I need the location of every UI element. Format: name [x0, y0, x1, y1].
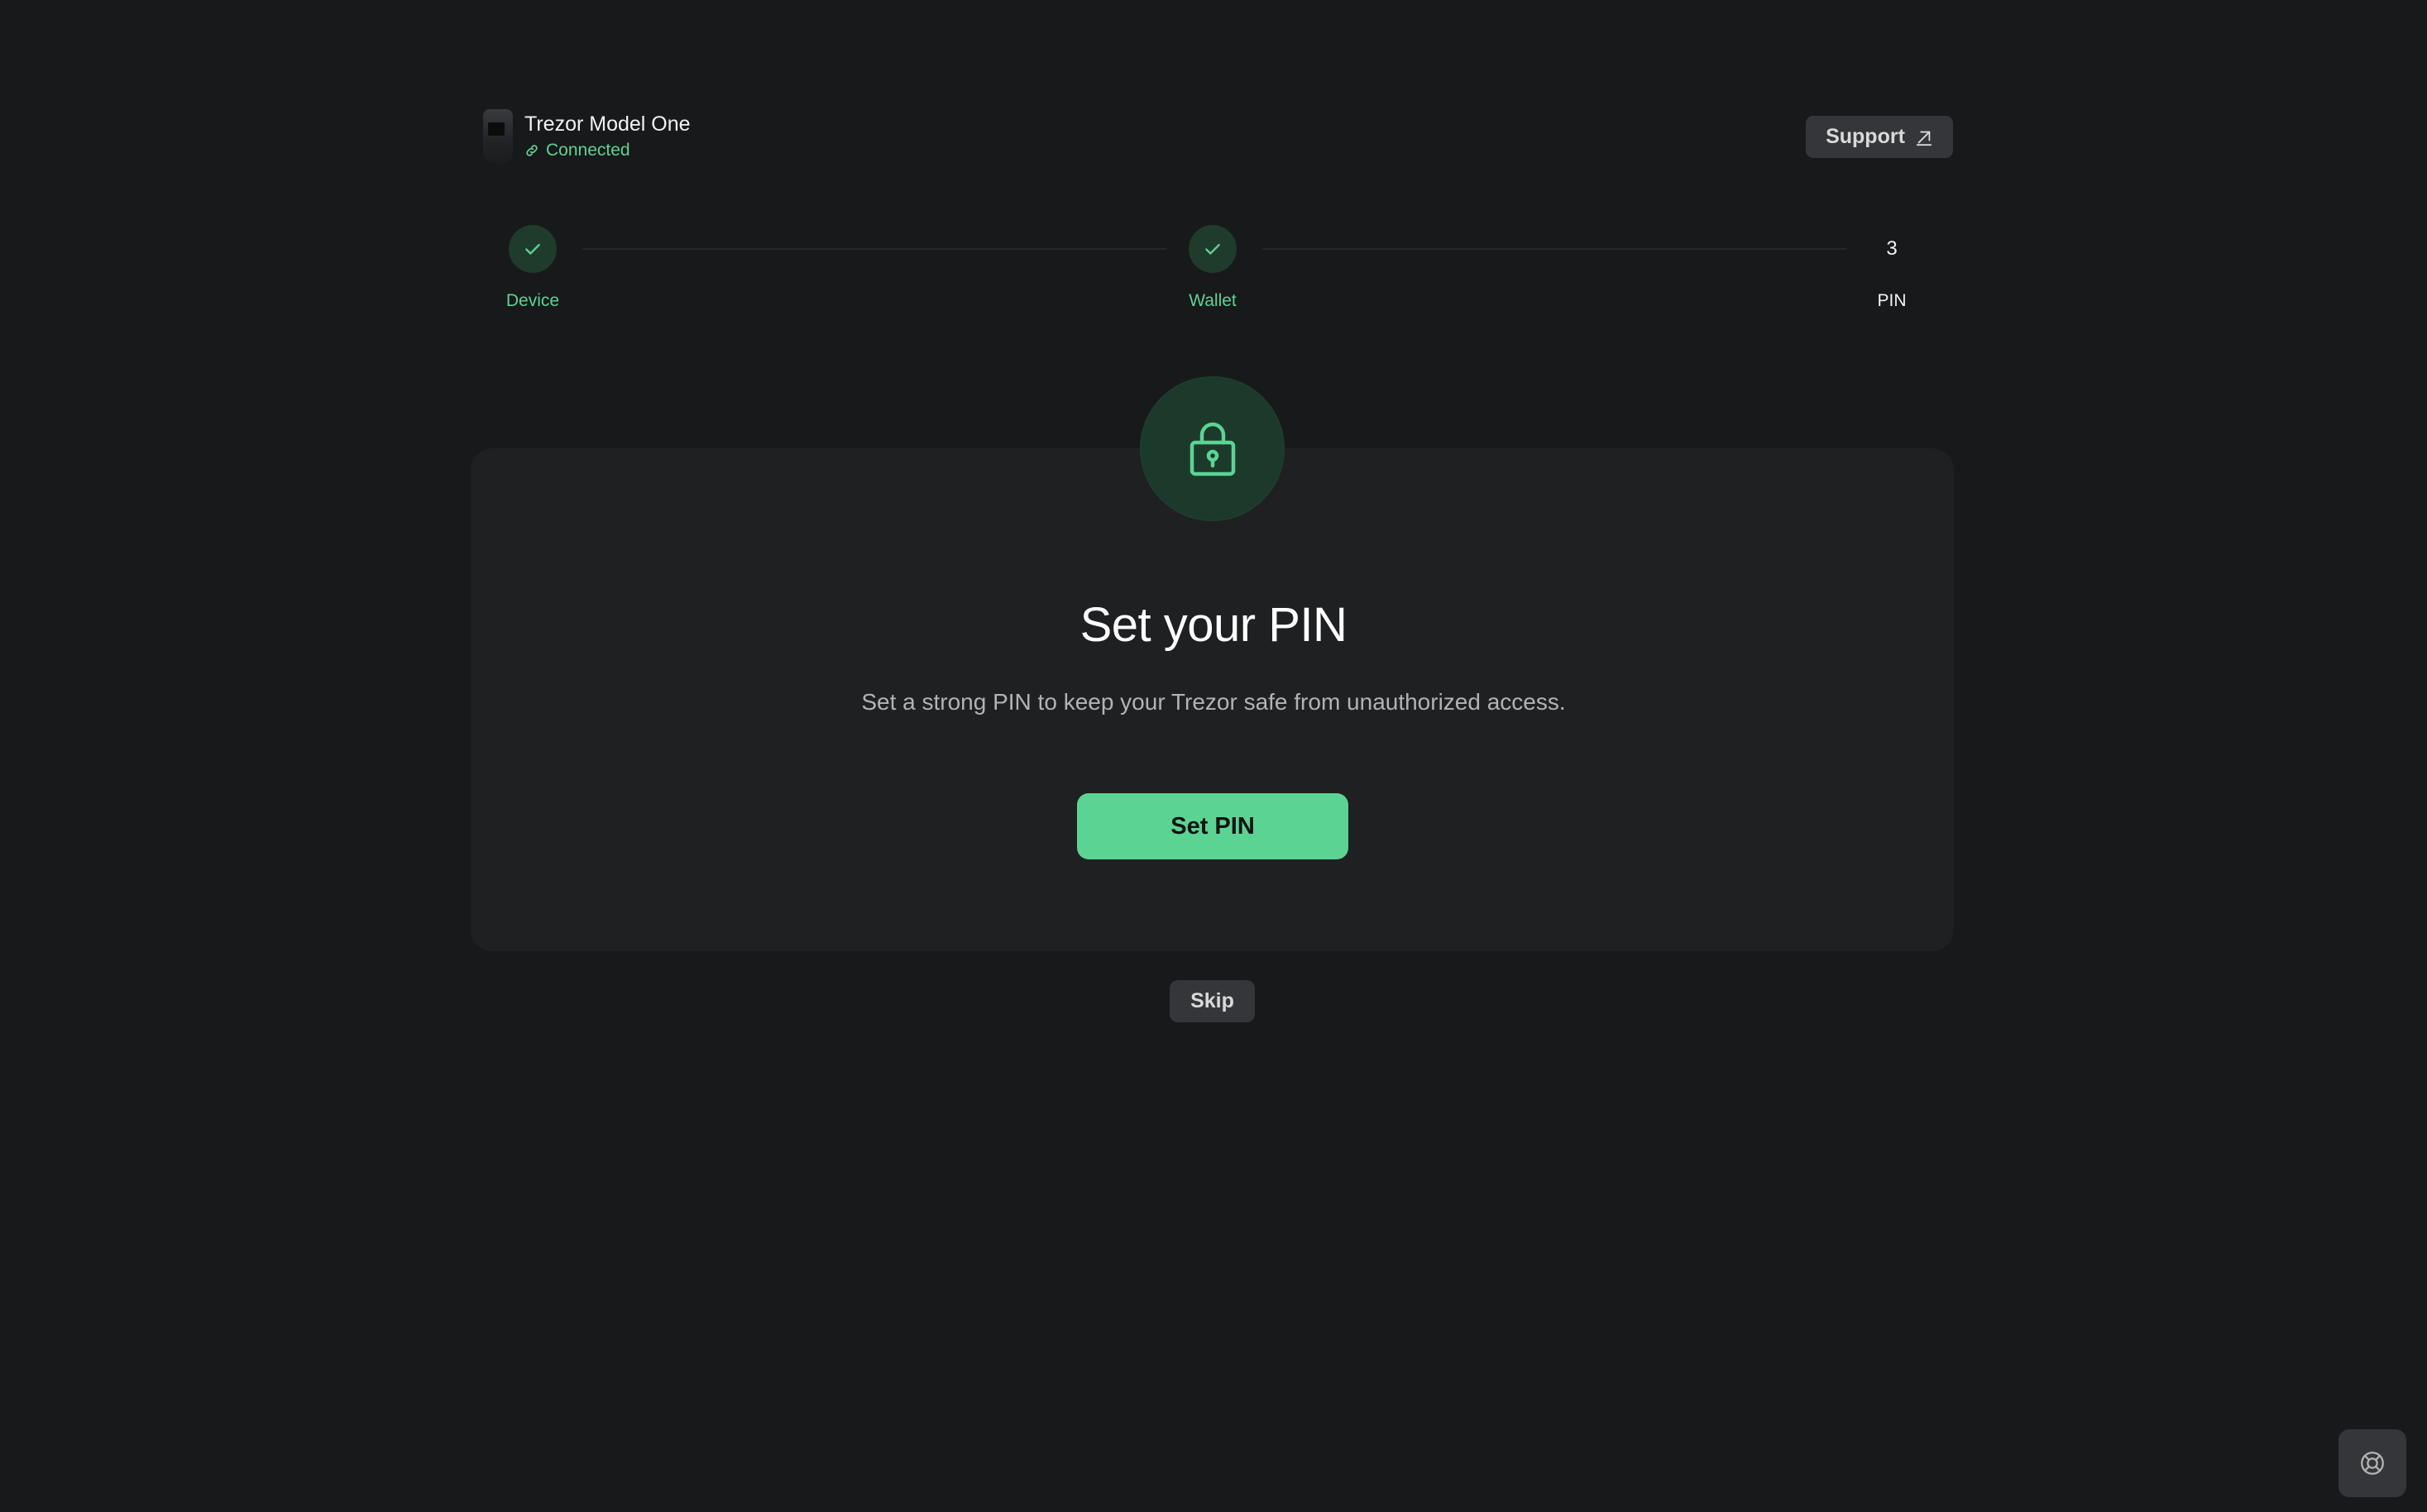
onboarding-page: Trezor Model One Connected Support Devic…: [0, 0, 2427, 1512]
page-title: Set your PIN: [1079, 598, 1348, 652]
lock-icon: [1190, 422, 1235, 476]
step-pin-number: 3: [1886, 237, 1898, 260]
step-label-wallet: Wallet: [1189, 291, 1237, 310]
progress-stepper: Device Wallet 3 PIN: [0, 0, 2427, 331]
step-label-device: Device: [505, 291, 560, 310]
set-pin-button[interactable]: Set PIN: [1077, 793, 1348, 859]
lifebuoy-icon: [2361, 1452, 2384, 1475]
lock-badge: [1140, 376, 1285, 521]
step-wallet-check: [1189, 225, 1237, 273]
step-label-pin: PIN: [1877, 291, 1907, 310]
page-description: Set a strong PIN to keep your Trezor saf…: [861, 689, 1566, 715]
help-button[interactable]: [2338, 1429, 2406, 1497]
step-connector: [1262, 248, 1846, 250]
step-device-check: [509, 225, 557, 273]
skip-button[interactable]: Skip: [1170, 980, 1255, 1022]
check-icon: [525, 243, 540, 255]
step-connector: [582, 248, 1166, 250]
check-icon: [1205, 243, 1220, 255]
